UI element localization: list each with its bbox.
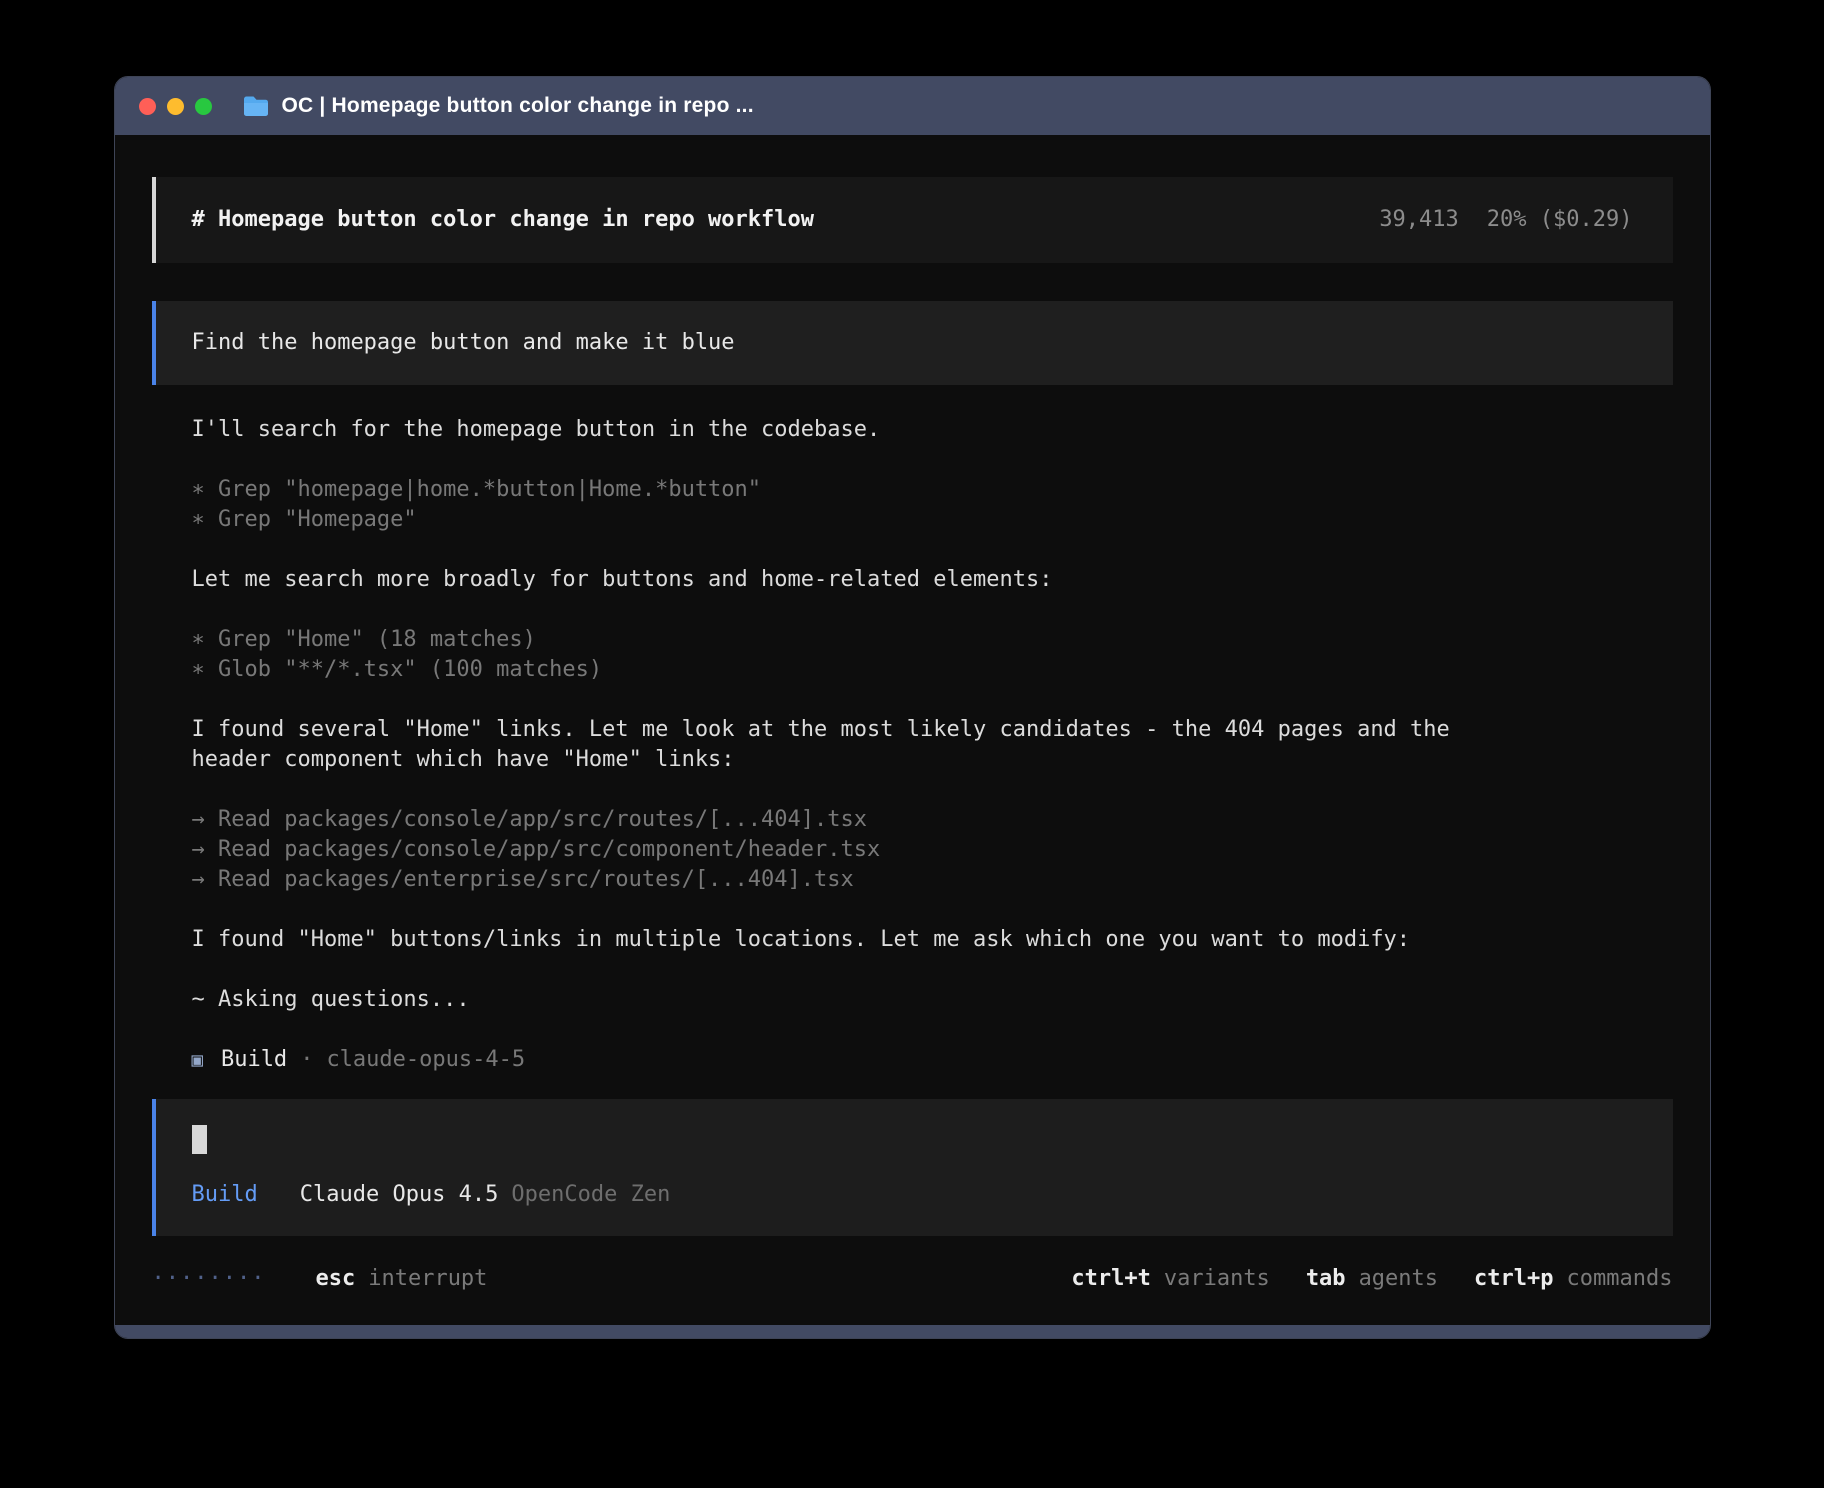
- tool-call-grep: ∗ Grep "Homepage": [192, 505, 1673, 535]
- titlebar[interactable]: OC | Homepage button color change in rep…: [115, 77, 1710, 135]
- window-title: OC | Homepage button color change in rep…: [282, 94, 754, 118]
- desktop-background: OC | Homepage button color change in rep…: [0, 0, 1824, 1488]
- spinner-dots: ········: [152, 1264, 266, 1294]
- agent-name: Build: [221, 1045, 287, 1075]
- esc-key-hint: esc: [315, 1264, 355, 1294]
- shortcut-variants: ctrl+t variants: [1071, 1264, 1269, 1294]
- token-count: 39,413: [1379, 205, 1458, 235]
- commands-action-label: commands: [1567, 1264, 1673, 1294]
- traffic-lights: [139, 98, 212, 115]
- tool-call-grep: ∗ Grep "homepage|home.*button|Home.*butt…: [192, 475, 1673, 505]
- tab-key-hint: tab: [1306, 1264, 1346, 1294]
- tool-call-group: ∗ Grep "Home" (18 matches) ∗ Glob "**/*.…: [192, 625, 1673, 685]
- status-bar: ········ esc interrupt ctrl+t variants t…: [152, 1236, 1673, 1328]
- transcript: I'll search for the homepage button in t…: [152, 385, 1673, 1099]
- minimize-button[interactable]: [167, 98, 184, 115]
- shortcut-group-right: ctrl+t variants tab agents ctrl+p comman…: [1071, 1264, 1672, 1294]
- tool-call-group: ∗ Grep "homepage|home.*button|Home.*butt…: [192, 475, 1673, 535]
- assistant-text: I'll search for the homepage button in t…: [192, 415, 1472, 445]
- tool-call-read: → Read packages/console/app/src/componen…: [192, 835, 1673, 865]
- context-usage: 20% ($0.29): [1487, 205, 1633, 235]
- close-button[interactable]: [139, 98, 156, 115]
- assistant-text: I found "Home" buttons/links in multiple…: [192, 925, 1472, 955]
- input-status-row: Build Claude Opus 4.5 OpenCode Zen: [192, 1180, 1633, 1210]
- folder-icon: [242, 95, 270, 117]
- model-label: Claude Opus 4.5: [300, 1180, 499, 1210]
- agent-separator: ·: [300, 1045, 313, 1075]
- ctrl-p-key-hint: ctrl+p: [1474, 1264, 1553, 1294]
- session-header: # Homepage button color change in repo w…: [152, 177, 1673, 263]
- title-group: OC | Homepage button color change in rep…: [242, 94, 754, 118]
- session-title: # Homepage button color change in repo w…: [192, 205, 815, 235]
- tool-call-read: → Read packages/enterprise/src/routes/[.…: [192, 865, 1673, 895]
- shortcut-agents: tab agents: [1306, 1264, 1438, 1294]
- shortcut-interrupt: esc interrupt: [315, 1264, 487, 1294]
- agent-model: claude-opus-4-5: [326, 1045, 525, 1075]
- agent-badge: ▣ Build · claude-opus-4-5: [192, 1045, 1673, 1075]
- provider-label: OpenCode Zen: [511, 1180, 670, 1210]
- prompt-input[interactable]: Build Claude Opus 4.5 OpenCode Zen: [152, 1099, 1673, 1236]
- esc-action-label: interrupt: [368, 1264, 487, 1294]
- shortcut-commands: ctrl+p commands: [1474, 1264, 1672, 1294]
- variants-action-label: variants: [1164, 1264, 1270, 1294]
- agent-mode-label: Build: [192, 1180, 258, 1210]
- agent-square-icon: ▣: [192, 1045, 203, 1075]
- assistant-text: I found several "Home" links. Let me loo…: [192, 715, 1472, 775]
- tool-call-glob: ∗ Glob "**/*.tsx" (100 matches): [192, 655, 1673, 685]
- user-message-text: Find the homepage button and make it blu…: [192, 330, 735, 355]
- text-cursor: [192, 1125, 207, 1154]
- window-bottom-edge: [115, 1325, 1710, 1338]
- ctrl-t-key-hint: ctrl+t: [1071, 1264, 1150, 1294]
- terminal-content: # Homepage button color change in repo w…: [115, 135, 1710, 1325]
- tool-call-grep: ∗ Grep "Home" (18 matches): [192, 625, 1673, 655]
- terminal-window: OC | Homepage button color change in rep…: [114, 76, 1711, 1339]
- tool-call-group: → Read packages/console/app/src/routes/[…: [192, 805, 1673, 895]
- session-stats: 39,413 20% ($0.29): [1379, 205, 1632, 235]
- tool-call-read: → Read packages/console/app/src/routes/[…: [192, 805, 1673, 835]
- maximize-button[interactable]: [195, 98, 212, 115]
- assistant-text: Let me search more broadly for buttons a…: [192, 565, 1472, 595]
- agents-action-label: agents: [1359, 1264, 1438, 1294]
- user-message: Find the homepage button and make it blu…: [152, 301, 1673, 385]
- status-text: ~ Asking questions...: [192, 985, 1673, 1015]
